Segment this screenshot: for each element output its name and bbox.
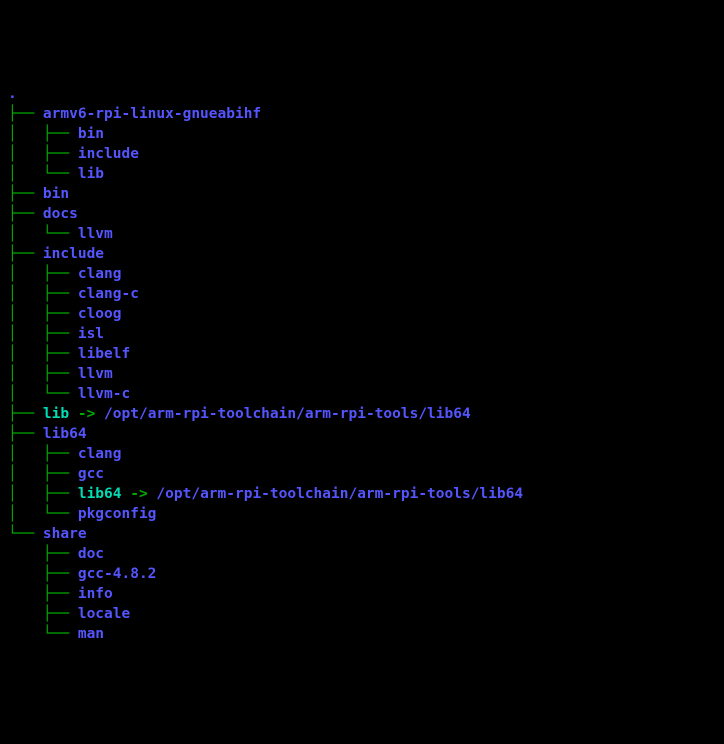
dir-armv6-lib: │ └── lib [8, 164, 724, 184]
dir-share: └── share [8, 524, 724, 544]
dir-include-libelf: │ ├── libelf [8, 344, 724, 364]
dir-include-clang-c: │ ├── clang-c [8, 284, 724, 304]
dir-include: ├── include [8, 244, 724, 264]
dir-include-llvm-c: │ └── llvm-c [8, 384, 724, 404]
symlink-lib: ├── lib -> /opt/arm-rpi-toolchain/arm-rp… [8, 404, 724, 424]
dir-include-isl: │ ├── isl [8, 324, 724, 344]
dir-armv6: ├── armv6-rpi-linux-gnueabihf [8, 104, 724, 124]
dir-share-doc: ├── doc [8, 544, 724, 564]
dir-include-clang: │ ├── clang [8, 264, 724, 284]
dir-share-info: ├── info [8, 584, 724, 604]
tree-root-dot: . [8, 84, 724, 104]
dir-lib64-pkgconfig: │ └── pkgconfig [8, 504, 724, 524]
dir-armv6-bin: │ ├── bin [8, 124, 724, 144]
dir-lib64-clang: │ ├── clang [8, 444, 724, 464]
directory-tree-output: .├── armv6-rpi-linux-gnueabihf│ ├── bin│… [8, 84, 724, 644]
dir-include-cloog: │ ├── cloog [8, 304, 724, 324]
dir-share-gcc: ├── gcc-4.8.2 [8, 564, 724, 584]
dir-share-man: └── man [8, 624, 724, 644]
dir-docs: ├── docs [8, 204, 724, 224]
dir-bin: ├── bin [8, 184, 724, 204]
dir-docs-llvm: │ └── llvm [8, 224, 724, 244]
dir-armv6-include: │ ├── include [8, 144, 724, 164]
symlink-lib64-lib64: │ ├── lib64 -> /opt/arm-rpi-toolchain/ar… [8, 484, 724, 504]
dir-share-locale: ├── locale [8, 604, 724, 624]
dir-lib64: ├── lib64 [8, 424, 724, 444]
dir-include-llvm: │ ├── llvm [8, 364, 724, 384]
dir-lib64-gcc: │ ├── gcc [8, 464, 724, 484]
